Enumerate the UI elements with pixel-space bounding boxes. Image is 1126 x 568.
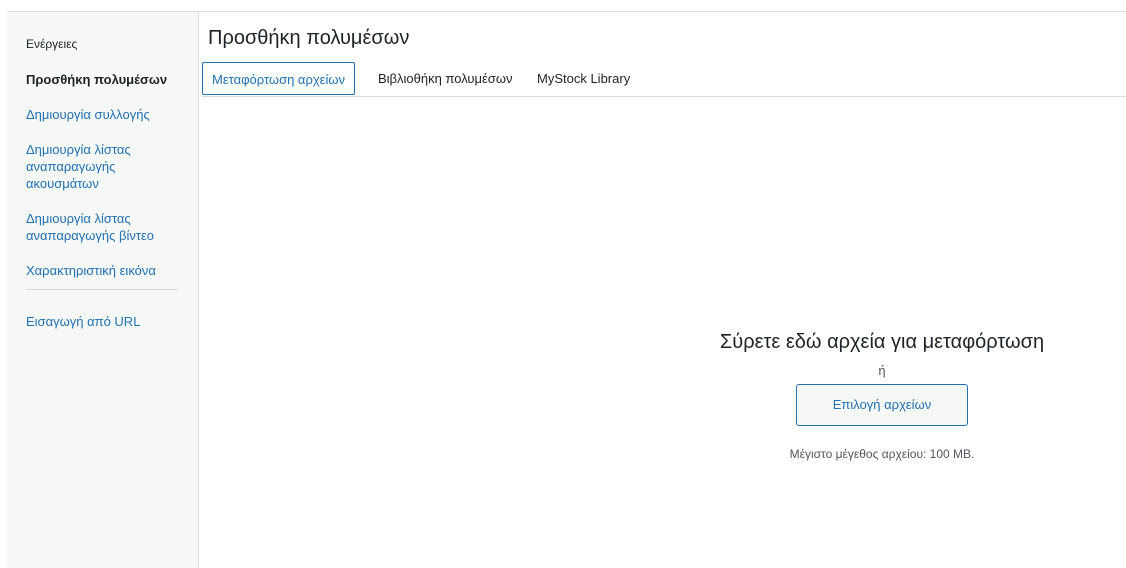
upload-drop-zone[interactable]: Σύρετε εδώ αρχεία για μεταφόρτωση ή Επιλ… bbox=[700, 330, 1064, 461]
sidebar-menu: Προσθήκη πολυμέσων Δημιουργία συλλογής Δ… bbox=[26, 71, 186, 297]
tab-upload-files[interactable]: Μεταφόρτωση αρχείων bbox=[202, 62, 355, 95]
drop-instructions: Σύρετε εδώ αρχεία για μεταφόρτωση bbox=[719, 331, 1045, 353]
sidebar-divider bbox=[26, 289, 178, 290]
sidebar-heading: Ενέργειες bbox=[26, 37, 78, 51]
media-tabs: Μεταφόρτωση αρχείων Βιβλιοθήκη πολυμέσων… bbox=[202, 62, 1126, 97]
media-sidebar: Ενέργειες Προσθήκη πολυμέσων Δημιουργία … bbox=[7, 12, 199, 568]
tab-media-library[interactable]: Βιβλιοθήκη πολυμέσων bbox=[378, 62, 512, 95]
sidebar-item-create-audio-playlist[interactable]: Δημιουργία λίστας αναπαραγωγής ακουσμάτω… bbox=[26, 141, 186, 192]
or-separator: ή bbox=[878, 363, 886, 378]
sidebar-item-add-media[interactable]: Προσθήκη πολυμέσων bbox=[26, 71, 186, 88]
tab-mystock-library[interactable]: MyStock Library bbox=[537, 62, 630, 95]
media-modal: Ενέργειες Προσθήκη πολυμέσων Δημιουργία … bbox=[7, 11, 1126, 568]
max-upload-size: Μέγιστο μέγεθος αρχείου: 100 MB. bbox=[789, 447, 975, 461]
sidebar-item-featured-image[interactable]: Χαρακτηριστική εικόνα bbox=[26, 262, 186, 279]
sidebar-item-create-gallery[interactable]: Δημιουργία συλλογής bbox=[26, 106, 186, 123]
select-files-button[interactable]: Επιλογή αρχείων bbox=[796, 384, 968, 426]
sidebar-item-insert-from-url[interactable]: Εισαγωγή από URL bbox=[26, 313, 140, 330]
page-title: Προσθήκη πολυμέσων bbox=[208, 27, 410, 49]
sidebar-item-create-video-playlist[interactable]: Δημιουργία λίστας αναπαραγωγής βίντεο bbox=[26, 210, 186, 244]
media-main: Προσθήκη πολυμέσων Μεταφόρτωση αρχείων Β… bbox=[200, 12, 1126, 568]
